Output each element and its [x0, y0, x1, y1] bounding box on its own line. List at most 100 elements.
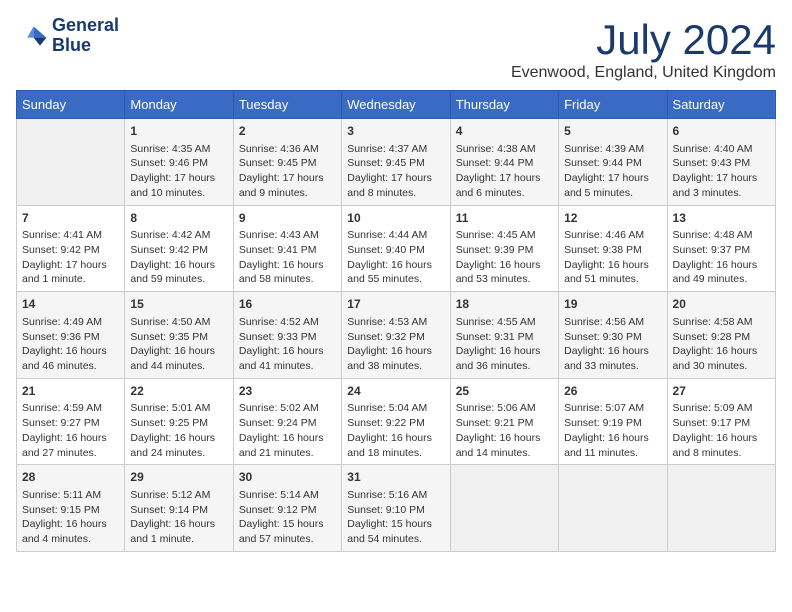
- location: Evenwood, England, United Kingdom: [511, 64, 776, 82]
- day-number: 26: [564, 383, 661, 400]
- day-number: 17: [347, 296, 444, 313]
- sunrise-text: Sunrise: 5:02 AM: [239, 401, 336, 416]
- sunset-text: Sunset: 9:22 PM: [347, 416, 444, 431]
- day-number: 18: [456, 296, 553, 313]
- daylight-text: Daylight: 16 hours and 59 minutes.: [130, 258, 227, 287]
- sunset-text: Sunset: 9:14 PM: [130, 503, 227, 518]
- daylight-text: Daylight: 16 hours and 27 minutes.: [22, 431, 119, 460]
- day-number: 25: [456, 383, 553, 400]
- calendar-cell: 12Sunrise: 4:46 AMSunset: 9:38 PMDayligh…: [559, 205, 667, 292]
- sunrise-text: Sunrise: 4:44 AM: [347, 228, 444, 243]
- week-row-1: 1Sunrise: 4:35 AMSunset: 9:46 PMDaylight…: [17, 119, 776, 206]
- logo-line2: Blue: [52, 36, 119, 56]
- day-number: 11: [456, 210, 553, 227]
- sunset-text: Sunset: 9:21 PM: [456, 416, 553, 431]
- daylight-text: Daylight: 16 hours and 53 minutes.: [456, 258, 553, 287]
- sunset-text: Sunset: 9:28 PM: [673, 330, 770, 345]
- calendar-cell: 22Sunrise: 5:01 AMSunset: 9:25 PMDayligh…: [125, 378, 233, 465]
- week-row-5: 28Sunrise: 5:11 AMSunset: 9:15 PMDayligh…: [17, 465, 776, 552]
- logo: General Blue: [16, 16, 119, 56]
- header-day-wednesday: Wednesday: [342, 91, 450, 119]
- daylight-text: Daylight: 16 hours and 55 minutes.: [347, 258, 444, 287]
- day-number: 10: [347, 210, 444, 227]
- sunset-text: Sunset: 9:24 PM: [239, 416, 336, 431]
- daylight-text: Daylight: 16 hours and 11 minutes.: [564, 431, 661, 460]
- sunrise-text: Sunrise: 4:53 AM: [347, 315, 444, 330]
- day-number: 27: [673, 383, 770, 400]
- sunset-text: Sunset: 9:25 PM: [130, 416, 227, 431]
- calendar-cell: 7Sunrise: 4:41 AMSunset: 9:42 PMDaylight…: [17, 205, 125, 292]
- sunset-text: Sunset: 9:36 PM: [22, 330, 119, 345]
- day-number: 1: [130, 123, 227, 140]
- daylight-text: Daylight: 16 hours and 36 minutes.: [456, 344, 553, 373]
- sunrise-text: Sunrise: 4:38 AM: [456, 142, 553, 157]
- day-number: 12: [564, 210, 661, 227]
- sunrise-text: Sunrise: 4:50 AM: [130, 315, 227, 330]
- sunset-text: Sunset: 9:44 PM: [456, 156, 553, 171]
- daylight-text: Daylight: 15 hours and 54 minutes.: [347, 517, 444, 546]
- calendar-cell: 23Sunrise: 5:02 AMSunset: 9:24 PMDayligh…: [233, 378, 341, 465]
- sunset-text: Sunset: 9:27 PM: [22, 416, 119, 431]
- sunrise-text: Sunrise: 5:09 AM: [673, 401, 770, 416]
- day-number: 21: [22, 383, 119, 400]
- daylight-text: Daylight: 17 hours and 1 minute.: [22, 258, 119, 287]
- daylight-text: Daylight: 16 hours and 44 minutes.: [130, 344, 227, 373]
- header-day-thursday: Thursday: [450, 91, 558, 119]
- calendar-cell: [450, 465, 558, 552]
- day-number: 7: [22, 210, 119, 227]
- sunrise-text: Sunrise: 4:42 AM: [130, 228, 227, 243]
- sunrise-text: Sunrise: 4:52 AM: [239, 315, 336, 330]
- daylight-text: Daylight: 16 hours and 38 minutes.: [347, 344, 444, 373]
- header-day-tuesday: Tuesday: [233, 91, 341, 119]
- sunrise-text: Sunrise: 4:35 AM: [130, 142, 227, 157]
- day-number: 6: [673, 123, 770, 140]
- daylight-text: Daylight: 17 hours and 8 minutes.: [347, 171, 444, 200]
- calendar-cell: 9Sunrise: 4:43 AMSunset: 9:41 PMDaylight…: [233, 205, 341, 292]
- sunset-text: Sunset: 9:40 PM: [347, 243, 444, 258]
- day-number: 8: [130, 210, 227, 227]
- sunset-text: Sunset: 9:19 PM: [564, 416, 661, 431]
- sunset-text: Sunset: 9:42 PM: [22, 243, 119, 258]
- daylight-text: Daylight: 16 hours and 30 minutes.: [673, 344, 770, 373]
- sunset-text: Sunset: 9:45 PM: [239, 156, 336, 171]
- sunrise-text: Sunrise: 4:45 AM: [456, 228, 553, 243]
- calendar-cell: 26Sunrise: 5:07 AMSunset: 9:19 PMDayligh…: [559, 378, 667, 465]
- daylight-text: Daylight: 17 hours and 10 minutes.: [130, 171, 227, 200]
- sunset-text: Sunset: 9:17 PM: [673, 416, 770, 431]
- sunset-text: Sunset: 9:32 PM: [347, 330, 444, 345]
- daylight-text: Daylight: 16 hours and 4 minutes.: [22, 517, 119, 546]
- sunset-text: Sunset: 9:46 PM: [130, 156, 227, 171]
- daylight-text: Daylight: 16 hours and 33 minutes.: [564, 344, 661, 373]
- sunrise-text: Sunrise: 5:07 AM: [564, 401, 661, 416]
- calendar-cell: 18Sunrise: 4:55 AMSunset: 9:31 PMDayligh…: [450, 292, 558, 379]
- day-number: 19: [564, 296, 661, 313]
- daylight-text: Daylight: 16 hours and 58 minutes.: [239, 258, 336, 287]
- daylight-text: Daylight: 17 hours and 3 minutes.: [673, 171, 770, 200]
- daylight-text: Daylight: 16 hours and 24 minutes.: [130, 431, 227, 460]
- week-row-4: 21Sunrise: 4:59 AMSunset: 9:27 PMDayligh…: [17, 378, 776, 465]
- sunset-text: Sunset: 9:12 PM: [239, 503, 336, 518]
- logo-line1: General: [52, 16, 119, 36]
- calendar-cell: 8Sunrise: 4:42 AMSunset: 9:42 PMDaylight…: [125, 205, 233, 292]
- calendar-cell: 5Sunrise: 4:39 AMSunset: 9:44 PMDaylight…: [559, 119, 667, 206]
- calendar-cell: 29Sunrise: 5:12 AMSunset: 9:14 PMDayligh…: [125, 465, 233, 552]
- calendar-cell: 28Sunrise: 5:11 AMSunset: 9:15 PMDayligh…: [17, 465, 125, 552]
- sunrise-text: Sunrise: 5:01 AM: [130, 401, 227, 416]
- daylight-text: Daylight: 16 hours and 18 minutes.: [347, 431, 444, 460]
- calendar-cell: 13Sunrise: 4:48 AMSunset: 9:37 PMDayligh…: [667, 205, 775, 292]
- day-number: 2: [239, 123, 336, 140]
- day-number: 4: [456, 123, 553, 140]
- sunrise-text: Sunrise: 5:16 AM: [347, 488, 444, 503]
- calendar-cell: 16Sunrise: 4:52 AMSunset: 9:33 PMDayligh…: [233, 292, 341, 379]
- calendar-cell: 27Sunrise: 5:09 AMSunset: 9:17 PMDayligh…: [667, 378, 775, 465]
- sunset-text: Sunset: 9:41 PM: [239, 243, 336, 258]
- title-area: July 2024 Evenwood, England, United King…: [511, 16, 776, 82]
- sunrise-text: Sunrise: 4:49 AM: [22, 315, 119, 330]
- day-number: 23: [239, 383, 336, 400]
- calendar-cell: 6Sunrise: 4:40 AMSunset: 9:43 PMDaylight…: [667, 119, 775, 206]
- calendar-cell: 15Sunrise: 4:50 AMSunset: 9:35 PMDayligh…: [125, 292, 233, 379]
- calendar-cell: [17, 119, 125, 206]
- sunset-text: Sunset: 9:44 PM: [564, 156, 661, 171]
- sunset-text: Sunset: 9:38 PM: [564, 243, 661, 258]
- sunrise-text: Sunrise: 5:06 AM: [456, 401, 553, 416]
